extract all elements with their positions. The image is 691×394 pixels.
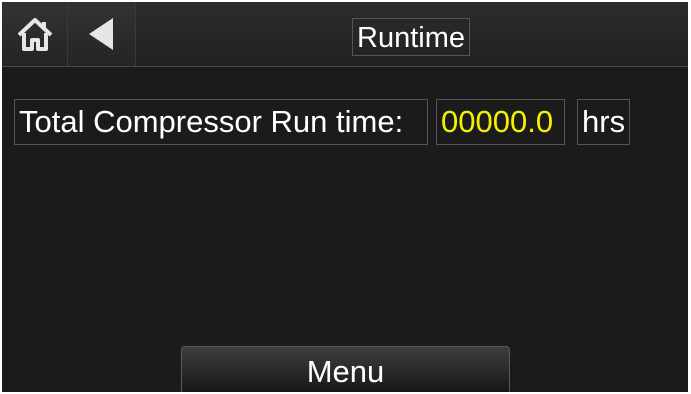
home-icon	[17, 18, 53, 51]
back-arrow-icon	[89, 18, 113, 50]
menu-button[interactable]: Menu	[181, 346, 510, 392]
back-button[interactable]	[68, 2, 136, 66]
runtime-screen: Runtime Total Compressor Run time: 00000…	[2, 2, 688, 392]
runtime-value: 00000.0	[436, 99, 565, 145]
page-title: Runtime	[352, 18, 470, 56]
header-bar: Runtime	[2, 2, 688, 67]
runtime-unit: hrs	[577, 99, 630, 145]
home-button[interactable]	[2, 2, 68, 66]
runtime-label: Total Compressor Run time:	[14, 99, 428, 145]
